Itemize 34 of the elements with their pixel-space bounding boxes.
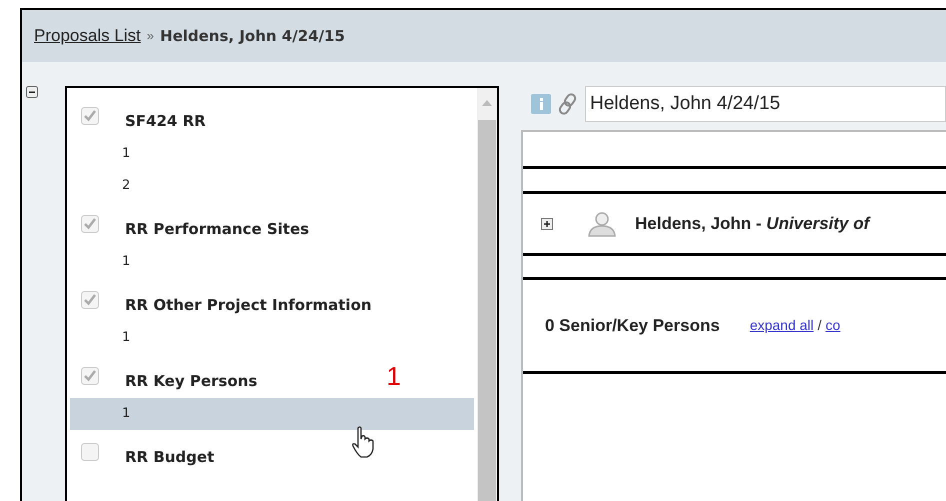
hand-cursor-icon — [351, 426, 375, 458]
link-separator: / — [818, 316, 822, 335]
form-name[interactable]: RR Other Project Information — [125, 294, 372, 316]
annotation-number: 1 — [386, 363, 401, 389]
link-icon[interactable] — [557, 92, 579, 116]
person-name[interactable]: Heldens, John - University of — [635, 210, 870, 236]
collapse-icon[interactable] — [26, 86, 38, 98]
checkbox[interactable] — [81, 367, 99, 385]
checkbox[interactable] — [81, 443, 99, 461]
form-name[interactable]: RR Key Persons — [125, 370, 258, 392]
checkbox[interactable] — [81, 291, 99, 309]
form-name[interactable]: RR Performance Sites — [125, 218, 310, 240]
expand-all-link[interactable]: expand all — [750, 315, 814, 336]
form-instance[interactable]: 1 — [70, 322, 474, 354]
scroll-up-icon[interactable] — [482, 100, 492, 106]
breadcrumb-current: Heldens, John 4/24/15 — [160, 26, 345, 47]
checkbox[interactable] — [81, 107, 99, 125]
form-instance[interactable]: 1 — [70, 246, 474, 278]
form-name[interactable]: RR Budget — [125, 446, 214, 468]
collapse-link[interactable]: co — [826, 315, 840, 336]
info-icon[interactable] — [531, 94, 551, 114]
count-label: 0 Senior/Key Persons — [545, 314, 720, 337]
expand-icon[interactable] — [541, 218, 553, 230]
form-name[interactable]: SF424 RR — [125, 110, 206, 132]
person-icon — [587, 210, 617, 236]
checkbox[interactable] — [81, 215, 99, 233]
scrollbar[interactable] — [477, 88, 497, 501]
scroll-thumb[interactable] — [478, 120, 496, 501]
form-instance[interactable]: 2 — [70, 170, 474, 202]
title-field[interactable]: Heldens, John 4/24/15 — [585, 86, 946, 122]
form-instance[interactable]: 1 — [70, 138, 474, 170]
form-instance[interactable]: 1 — [70, 398, 474, 430]
breadcrumb-link[interactable]: Proposals List — [34, 23, 141, 49]
breadcrumb-separator: » — [146, 27, 154, 46]
